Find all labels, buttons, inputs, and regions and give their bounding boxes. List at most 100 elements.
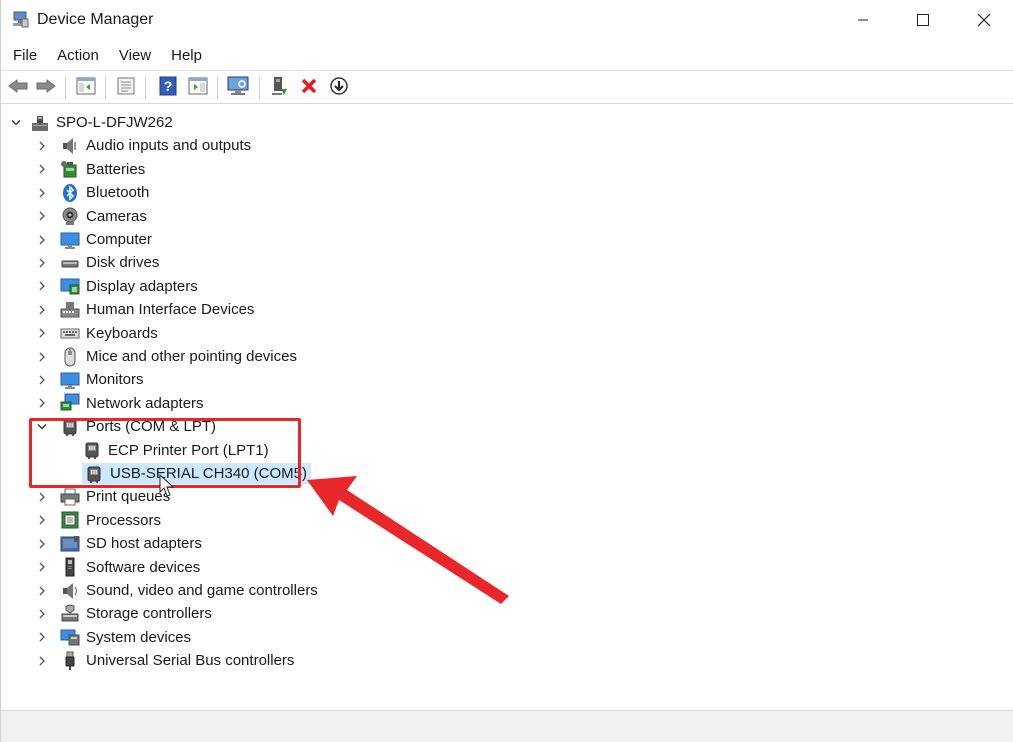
tree-item-label: Sound, video and game controllers	[86, 582, 318, 599]
back-arrow-icon	[8, 78, 28, 98]
close-button[interactable]	[954, 0, 1013, 40]
keyboard-icon	[60, 323, 80, 343]
download-button[interactable]	[328, 77, 350, 99]
chevron-right-icon[interactable]	[36, 304, 48, 316]
tree-item-label: Disk drives	[86, 254, 160, 272]
chevron-right-icon[interactable]	[36, 561, 48, 573]
chevron-right-icon[interactable]	[36, 140, 48, 152]
toolbar-separator	[217, 76, 218, 100]
chevron-right-icon[interactable]	[36, 397, 48, 409]
tree-item-disk-drives[interactable]: Disk drives	[36, 251, 159, 274]
display-adapter-icon	[60, 276, 80, 296]
tree-item-keyboards[interactable]: Keyboards	[36, 322, 158, 345]
red-arrow-annotation-icon	[307, 476, 509, 604]
chevron-right-icon[interactable]	[36, 585, 48, 597]
update-driver-button[interactable]	[269, 77, 291, 99]
chevron-right-icon[interactable]	[36, 631, 48, 643]
toolbar-separator	[145, 76, 146, 100]
toolbar: ?	[1, 70, 1013, 104]
menu-action[interactable]: Action	[47, 43, 109, 69]
title-bar[interactable]: Device Manager	[1, 0, 1013, 40]
camera-icon	[60, 206, 80, 226]
help-button[interactable]: ?	[157, 76, 179, 99]
back-button[interactable]	[7, 77, 29, 99]
chevron-right-icon[interactable]	[36, 327, 48, 339]
chevron-right-icon[interactable]	[36, 655, 48, 667]
tree-item-storage-controllers[interactable]: Storage controllers	[36, 602, 212, 625]
tree-item-cameras[interactable]: Cameras	[36, 205, 147, 228]
root-label: SPO-L-DFJW262	[56, 114, 173, 131]
chevron-down-icon[interactable]	[10, 117, 22, 129]
tree-item-monitors[interactable]: Monitors	[36, 368, 144, 391]
uninstall-device-button[interactable]	[298, 77, 320, 99]
usb-icon	[60, 651, 80, 671]
chevron-right-icon[interactable]	[36, 538, 48, 550]
tree-item-label: Monitors	[86, 371, 144, 389]
tree-item-label: Mice and other pointing devices	[86, 348, 297, 365]
chevron-right-icon[interactable]	[36, 210, 48, 222]
minimize-button[interactable]	[833, 0, 893, 40]
menu-view[interactable]: View	[109, 43, 161, 69]
tree-item-network-adapters[interactable]: Network adapters	[36, 392, 204, 415]
scan-hardware-icon	[227, 76, 249, 100]
monitor-icon	[60, 370, 80, 390]
chevron-right-icon[interactable]	[36, 234, 48, 246]
chevron-right-icon[interactable]	[36, 491, 48, 503]
menu-file[interactable]: File	[1, 43, 47, 69]
tree-item-label: Print queues	[86, 488, 171, 506]
chevron-right-icon[interactable]	[36, 187, 48, 199]
chevron-right-icon[interactable]	[36, 280, 48, 292]
tree-item-bluetooth[interactable]: Bluetooth	[36, 181, 149, 204]
properties-icon	[116, 77, 136, 99]
tree-item-human-interface-devices[interactable]: Human Interface Devices	[36, 298, 254, 321]
processor-icon	[60, 510, 80, 530]
show-hide-console-tree-icon	[76, 77, 96, 99]
tree-item-label: SD host adapters	[86, 535, 202, 553]
tree-item-sd-host-adapters[interactable]: SD host adapters	[36, 532, 202, 555]
chevron-right-icon[interactable]	[36, 351, 48, 363]
tree-item-batteries[interactable]: Batteries	[36, 158, 145, 181]
chevron-right-icon[interactable]	[36, 374, 48, 386]
tree-item-audio-inputs-and-outputs[interactable]: Audio inputs and outputs	[36, 134, 251, 157]
chevron-right-icon[interactable]	[36, 514, 48, 526]
tree-item-print-queues[interactable]: Print queues	[36, 485, 170, 508]
tree-item-system-devices[interactable]: System devices	[36, 626, 191, 649]
tree-item-universal-serial-bus-controllers[interactable]: Universal Serial Bus controllers	[36, 649, 294, 672]
menu-help[interactable]: Help	[161, 43, 212, 69]
chevron-right-icon[interactable]	[36, 608, 48, 620]
storage-controller-icon	[60, 604, 80, 624]
tree-item-label: Processors	[86, 511, 162, 529]
forward-button[interactable]	[35, 77, 57, 99]
chevron-right-icon[interactable]	[36, 257, 48, 269]
tree-item-sound-video-and-game-controllers[interactable]: Sound, video and game controllers	[36, 579, 318, 602]
tree-item-label: Software devices	[86, 558, 201, 576]
speaker-icon	[60, 136, 80, 156]
bluetooth-icon	[60, 183, 80, 203]
tree-item-software-devices[interactable]: Software devices	[36, 556, 200, 579]
tree-item-processors[interactable]: Processors	[36, 509, 161, 532]
battery-icon	[60, 159, 80, 179]
tree-item-mice-and-other-pointing-devices[interactable]: Mice and other pointing devices	[36, 345, 297, 368]
device-manager-app-icon	[11, 10, 29, 28]
action-pane-icon	[188, 77, 208, 99]
chevron-right-icon[interactable]	[36, 163, 48, 175]
device-tree[interactable]: SPO-L-DFJW262 Audio inputs and outputs Ba…	[4, 106, 1012, 710]
show-hide-console-tree-button[interactable]	[75, 77, 97, 99]
action-pane-button[interactable]	[187, 77, 209, 99]
tree-root[interactable]: SPO-L-DFJW262	[10, 111, 173, 134]
disk-drive-icon	[60, 253, 80, 273]
tree-item-display-adapters[interactable]: Display adapters	[36, 275, 198, 298]
tree-item-label: Storage controllers	[86, 605, 212, 623]
toolbar-separator	[259, 76, 260, 100]
tree-item-label: Audio inputs and outputs	[86, 137, 252, 155]
tree-item-label: System devices	[86, 628, 192, 646]
tree-item-computer[interactable]: Computer	[36, 228, 152, 251]
tree-item-label: Human Interface Devices	[86, 301, 255, 319]
tree-item-label: Keyboards	[86, 324, 158, 342]
mouse-icon	[60, 347, 80, 367]
printer-icon	[60, 487, 80, 507]
status-bar	[1, 710, 1013, 742]
maximize-button[interactable]	[893, 0, 953, 40]
scan-hardware-button[interactable]	[227, 76, 249, 100]
properties-button[interactable]	[115, 77, 137, 99]
